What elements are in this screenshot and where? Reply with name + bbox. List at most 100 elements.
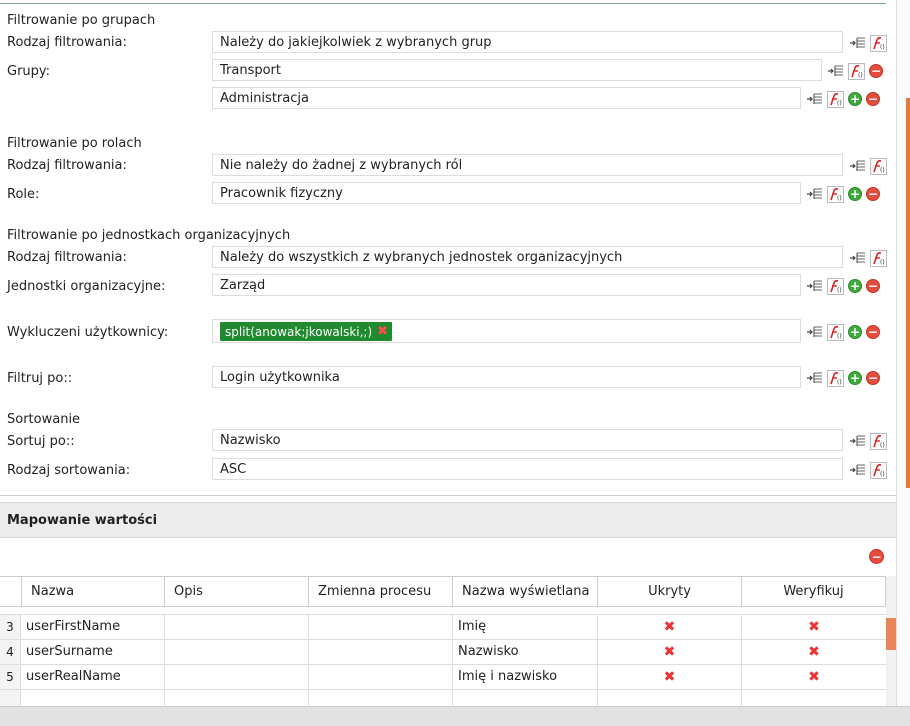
sort-by-label: Sortuj po:: [7,434,75,449]
cell-hidden[interactable]: ✖ [597,665,741,689]
table-scrollbar[interactable] [886,576,896,706]
remove-icon[interactable]: − [866,279,880,293]
value-mapping-title: Mapowanie wartości [7,513,158,528]
group-1-actions: () − [827,62,883,80]
arrow-list-icon[interactable] [806,370,823,387]
add-icon[interactable]: + [848,371,862,385]
filter-by-field[interactable]: Login użytkownika [212,366,801,388]
remove-icon[interactable]: − [866,187,880,201]
sort-type-field[interactable]: ASC [212,458,843,480]
column-header-description[interactable]: Opis [164,577,308,606]
add-icon[interactable]: + [848,92,862,106]
function-editor-icon[interactable]: () [827,369,844,387]
table-row[interactable]: 4 userSurname Nazwisko ✖ ✖ [0,640,886,665]
excluded-users-chip: split(anowak;jkowalski,;) ✖ [220,322,393,341]
excluded-users-actions: () + − [806,323,880,341]
excluded-users-field[interactable]: split(anowak;jkowalski,;) ✖ [212,319,801,343]
column-header-hidden[interactable]: Ukryty [597,577,741,606]
sort-type-label: Rodzaj sortowania: [7,463,131,478]
column-header-process-variable[interactable]: Zmienna procesu [308,577,452,606]
function-editor-icon[interactable]: () [827,185,844,203]
arrow-list-icon[interactable] [806,278,823,295]
cell-process-variable[interactable] [308,640,452,664]
function-editor-icon[interactable]: () [827,90,844,108]
row-number: 3 [0,615,20,639]
arrow-list-icon[interactable] [806,186,823,203]
arrow-list-icon[interactable] [827,63,844,80]
cell-name[interactable]: userFirstName [20,615,164,639]
column-header-name[interactable]: Nazwa [21,577,164,606]
remove-icon[interactable]: − [866,371,880,385]
remove-mapping-icon[interactable]: − [869,549,884,564]
unit-1-actions: () + − [806,277,880,295]
function-editor-icon[interactable]: () [827,277,844,295]
table-scrollbar-thumb[interactable] [886,618,896,650]
cell-hidden[interactable]: ✖ [597,615,741,639]
svg-text:(): () [837,287,842,293]
sort-by-field[interactable]: Nazwisko [212,429,843,451]
footer-bar [0,706,910,726]
form-panel-border [0,495,896,496]
cell-verify[interactable]: ✖ [741,640,886,664]
table-row[interactable]: 3 userFirstName Imię ✖ ✖ [0,615,886,640]
remove-icon[interactable]: − [869,64,883,78]
cell-name[interactable]: userRealName [20,665,164,689]
arrow-list-icon[interactable] [849,35,866,52]
sort-type-actions: () [849,461,887,479]
column-header-display-name[interactable]: Nazwa wyświetlana [452,577,597,606]
cell-hidden [597,690,741,706]
arrow-list-icon[interactable] [849,433,866,450]
cell-display-name[interactable]: Nazwisko [452,640,597,664]
cell-verify[interactable]: ✖ [741,665,886,689]
function-editor-icon[interactable]: () [870,34,887,52]
table-row-partial-bottom [0,690,886,706]
svg-text:(): () [880,442,885,448]
add-icon[interactable]: + [848,279,862,293]
role-field-1[interactable]: Pracownik fizyczny [212,182,801,204]
svg-text:(): () [880,44,885,50]
cell-display-name[interactable]: Imię [452,615,597,639]
cell-process-variable[interactable] [308,615,452,639]
svg-text:(): () [880,471,885,477]
chip-remove-icon[interactable]: ✖ [377,324,388,339]
sorting-title: Sortowanie [7,412,81,427]
group-field-1[interactable]: Transport [212,59,822,81]
arrow-list-icon[interactable] [849,250,866,267]
units-filter-type-label: Rodzaj filtrowania: [7,250,127,265]
cell-description[interactable] [164,640,308,664]
unit-field-1[interactable]: Zarząd [212,274,801,296]
svg-text:(): () [837,195,842,201]
column-header-verify[interactable]: Weryfikuj [741,577,886,606]
add-icon[interactable]: + [848,325,862,339]
form-scrollbar[interactable] [896,0,910,497]
cell-process-variable[interactable] [308,665,452,689]
function-editor-icon[interactable]: () [848,62,865,80]
add-icon[interactable]: + [848,187,862,201]
function-editor-icon[interactable]: () [870,461,887,479]
arrow-list-icon[interactable] [849,158,866,175]
svg-text:(): () [880,167,885,173]
cell-verify[interactable]: ✖ [741,615,886,639]
units-filter-title: Filtrowanie po jednostkach organizacyjny… [7,228,291,243]
form-scrollbar-thumb[interactable] [906,98,910,488]
table-row[interactable]: 5 userRealName Imię i nazwisko ✖ ✖ [0,665,886,690]
function-editor-icon[interactable]: () [827,323,844,341]
function-editor-icon[interactable]: () [870,432,887,450]
remove-icon[interactable]: − [866,325,880,339]
cell-name[interactable]: userSurname [20,640,164,664]
roles-filter-type-field[interactable]: Nie należy do żadnej z wybranych ról [212,154,843,176]
groups-filter-type-field[interactable]: Należy do jakiejkolwiek z wybranych grup [212,31,843,53]
arrow-list-icon[interactable] [849,462,866,479]
remove-icon[interactable]: − [866,92,880,106]
units-filter-type-field[interactable]: Należy do wszystkich z wybranych jednost… [212,246,843,268]
cell-description[interactable] [164,665,308,689]
arrow-list-icon[interactable] [806,91,823,108]
cell-hidden[interactable]: ✖ [597,640,741,664]
group-field-2[interactable]: Administracja [212,87,801,109]
cell-display-name[interactable]: Imię i nazwisko [452,665,597,689]
page-scrollbar[interactable] [896,497,910,706]
arrow-list-icon[interactable] [806,324,823,341]
function-editor-icon[interactable]: () [870,249,887,267]
function-editor-icon[interactable]: () [870,157,887,175]
cell-description[interactable] [164,615,308,639]
